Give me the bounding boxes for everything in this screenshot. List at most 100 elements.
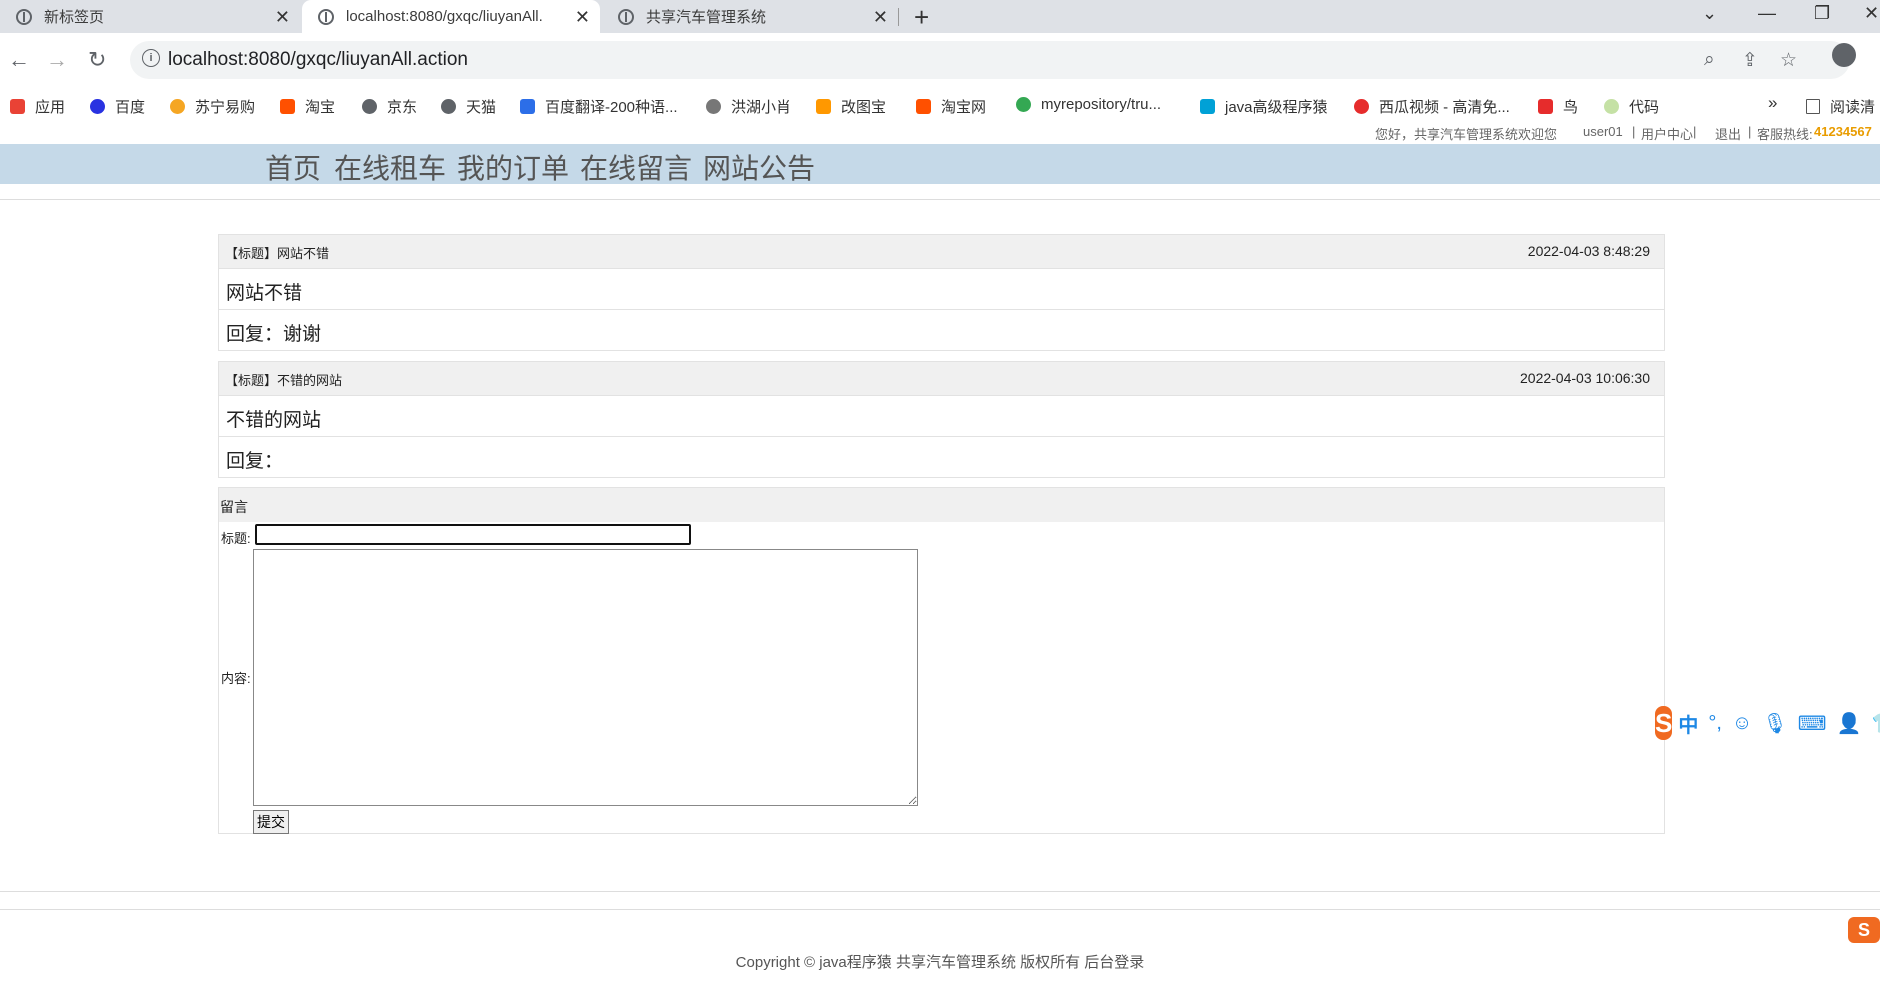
sogou-logo-icon: S [1655, 706, 1673, 740]
reload-icon[interactable]: ↻ [88, 47, 106, 73]
ime-punct[interactable]: °, [1708, 712, 1722, 735]
new-tab-button[interactable]: + [914, 2, 929, 33]
globe-icon [618, 8, 634, 25]
bookmark-item[interactable]: 百度 [90, 96, 145, 117]
tab-separator [898, 8, 899, 26]
bookmark-item[interactable]: 代码 [1604, 96, 1659, 117]
bookmark-item[interactable]: myrepository/tru... [1016, 96, 1161, 113]
keyboard-icon[interactable]: ⌨ [1798, 711, 1827, 736]
browser-toolbar: ← → ↻ i localhost:8080/gxqc/liuyanAll.ac… [0, 33, 1880, 88]
user-center-link[interactable]: 用户中心 [1641, 124, 1693, 143]
content-textarea[interactable] [253, 549, 918, 806]
site-info-icon[interactable]: i [142, 49, 160, 67]
tab-liuyan[interactable]: localhost:8080/gxqc/liuyanAll. ✕ [302, 0, 600, 33]
reading-list-icon [1806, 99, 1820, 114]
bookmark-item[interactable]: 苏宁易购 [170, 96, 255, 117]
bookmark-item[interactable]: 淘宝网 [916, 96, 986, 117]
apps-grid-icon [10, 99, 25, 114]
microphone-icon[interactable]: 🎙 [1762, 711, 1787, 736]
emoji-icon[interactable]: ☺ [1732, 712, 1752, 735]
title-input[interactable] [255, 524, 691, 545]
separator: | [1693, 124, 1697, 139]
nav-my-orders[interactable]: 我的订单 [457, 147, 569, 187]
bookmark-item[interactable]: 京东 [362, 96, 417, 117]
bookmark-item[interactable]: 洪湖小肖 [706, 96, 791, 117]
bookmark-item[interactable]: 改图宝 [816, 96, 886, 117]
welcome-text: 您好，共享汽车管理系统欢迎您 [1375, 127, 1558, 142]
message-content-row: 网站不错 [219, 268, 1664, 309]
message-content-row: 不错的网站 [219, 395, 1664, 436]
minimize-icon[interactable]: — [1758, 3, 1776, 24]
tab-gxqc[interactable]: 共享汽车管理系统 ✕ [602, 0, 898, 33]
message-reply: 回复：谢谢 [226, 324, 322, 345]
bookmark-item[interactable]: 应用 [10, 96, 65, 117]
message-card: 【标题】网站不错 2022-04-03 8:48:29 网站不错 回复：谢谢 [218, 234, 1665, 351]
hotline-number: 41234567 [1814, 124, 1872, 139]
separator: | [1632, 124, 1636, 139]
bookmark-item[interactable]: 西瓜视频 - 高清免... [1354, 96, 1510, 117]
url-text[interactable]: localhost:8080/gxqc/liuyanAll.action [168, 49, 468, 71]
bird-icon [706, 99, 721, 114]
sogou-float-icon[interactable]: S [1848, 917, 1880, 943]
tab-close-icon[interactable]: ✕ [275, 7, 290, 28]
admin-login-link[interactable]: 后台登录 [1084, 954, 1144, 971]
message-header: 【标题】网站不错 2022-04-03 8:48:29 [219, 235, 1664, 268]
main-nav: 首页 在线租车 我的订单 在线留言 网站公告 [0, 144, 1880, 184]
tab-new-tab[interactable]: 新标签页 ✕ [0, 0, 300, 33]
message-card: 【标题】不错的网站 2022-04-03 10:06:30 不错的网站 回复： [218, 361, 1665, 478]
reading-list-button[interactable]: 阅读清 [1806, 96, 1875, 117]
footer: Copyright © java程序猿 共享汽车管理系统 版权所有 后台登录 [0, 951, 1880, 972]
bookmark-item[interactable]: 天猫 [441, 96, 496, 117]
forward-icon[interactable]: → [46, 47, 68, 73]
profile-avatar-icon[interactable] [1832, 43, 1856, 67]
ime-toolbar[interactable]: S 中 °, ☺ 🎙 ⌨ 👤 👕 [1655, 705, 1880, 741]
tab-search-icon[interactable]: ⌄ [1702, 3, 1717, 24]
divider [0, 199, 1880, 200]
message-form: 留言 标题: 内容: 提交 [218, 487, 1665, 834]
bookmark-item[interactable]: 鸟 [1538, 96, 1578, 117]
form-header: 留言 [219, 488, 1664, 522]
user-icon[interactable]: 👤 [1837, 711, 1862, 736]
nav-announcements[interactable]: 网站公告 [703, 147, 815, 187]
skin-shirt-icon[interactable]: 👕 [1872, 711, 1880, 736]
chrome-icon [16, 8, 32, 25]
globe-icon [362, 99, 377, 114]
tab-close-icon[interactable]: ✕ [873, 7, 888, 28]
title-label: 标题: [221, 531, 251, 546]
share-icon[interactable]: ⇪ [1742, 49, 1758, 72]
tab-close-icon[interactable]: ✕ [575, 7, 590, 28]
baidu-translate-icon [520, 99, 535, 114]
username-link[interactable]: user01 [1583, 124, 1623, 139]
bookmark-star-icon[interactable]: ☆ [1780, 49, 1797, 72]
top-info-bar: 您好，共享汽车管理系统欢迎您 user01 | 用户中心 | 退出 | 客服热线… [0, 122, 1880, 144]
content-label: 内容: [221, 671, 251, 686]
globe-icon [441, 99, 456, 114]
zoom-icon[interactable]: ⌕ [1704, 49, 1715, 71]
nav-rent-car[interactable]: 在线租车 [334, 147, 446, 187]
bookmarks-overflow-button[interactable]: » [1768, 93, 1777, 113]
logout-link[interactable]: 退出 [1715, 124, 1741, 143]
bookmark-item[interactable]: java高级程序猿 [1200, 96, 1328, 117]
nav-home[interactable]: 首页 [265, 147, 321, 187]
tab-title: localhost:8080/gxqc/liuyanAll. [346, 8, 543, 25]
code-icon [1604, 99, 1619, 114]
message-content: 不错的网站 [226, 410, 322, 431]
message-date: 2022-04-03 10:06:30 [1520, 370, 1650, 386]
bookmark-item[interactable]: 淘宝 [280, 96, 335, 117]
tab-title: 新标签页 [44, 9, 105, 26]
globe-icon [318, 8, 334, 25]
divider [0, 891, 1880, 892]
back-icon[interactable]: ← [8, 47, 30, 73]
message-date: 2022-04-03 8:48:29 [1527, 243, 1650, 259]
tab-title: 共享汽车管理系统 [646, 9, 767, 26]
close-window-icon[interactable]: ✕ [1864, 3, 1879, 24]
nav-messages[interactable]: 在线留言 [580, 147, 692, 187]
ime-language[interactable]: 中 [1678, 709, 1698, 738]
message-reply-row: 回复：谢谢 [219, 309, 1664, 350]
bookmark-item[interactable]: 百度翻译-200种语... [520, 96, 678, 117]
xigua-video-icon [1354, 99, 1369, 114]
restore-icon[interactable]: ❐ [1814, 3, 1830, 24]
submit-button[interactable]: 提交 [253, 810, 289, 834]
address-bar[interactable]: i localhost:8080/gxqc/liuyanAll.action ⌕… [130, 41, 1850, 79]
chrome-icon [1016, 97, 1031, 112]
